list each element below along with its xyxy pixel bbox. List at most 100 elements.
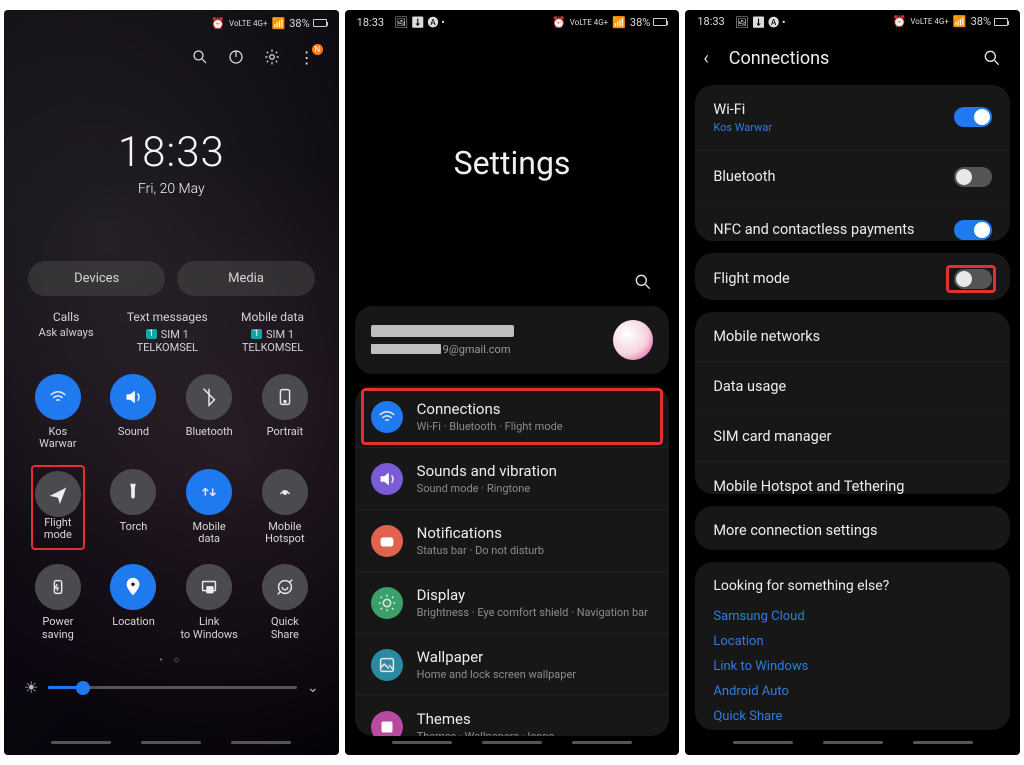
more-icon[interactable]: ⋮N bbox=[299, 48, 317, 66]
qs-tile-label: Mobiledata bbox=[193, 521, 226, 546]
settings-row-display[interactable]: DisplayBrightness · Eye comfort shield ·… bbox=[355, 571, 670, 633]
account-email: 9@gmail.com bbox=[371, 343, 602, 356]
sound-icon bbox=[110, 374, 156, 420]
settings-row-connections[interactable]: ConnectionsWi-Fi · Bluetooth · Flight mo… bbox=[355, 386, 670, 447]
qs-tile-psave[interactable]: Powersaving bbox=[20, 564, 96, 641]
qs-tile-label: QuickShare bbox=[271, 616, 299, 641]
search-icon[interactable] bbox=[633, 272, 653, 292]
qs-tile-label: Bluetooth bbox=[186, 426, 233, 439]
qs-tile-loc[interactable]: Location bbox=[96, 564, 172, 641]
looking-for-card: Looking for something else? Samsung Clou… bbox=[695, 562, 1010, 730]
looking-label: Looking for something else? bbox=[713, 578, 992, 594]
conn-row-nfc-and-contactless-payments[interactable]: NFC and contactless payments bbox=[695, 203, 1010, 241]
loc-icon bbox=[110, 564, 156, 610]
alarm-icon: ⏰ bbox=[211, 17, 225, 30]
qshare-icon bbox=[262, 564, 308, 610]
conn-row-sim-card-manager[interactable]: SIM card manager bbox=[695, 411, 1010, 461]
link-location[interactable]: Location bbox=[713, 629, 992, 654]
more-connection-settings[interactable]: More connection settings bbox=[695, 506, 1010, 551]
texts-setting[interactable]: Text messages 1SIM 1 TELKOMSEL bbox=[127, 310, 208, 354]
page-title: Connections bbox=[729, 48, 962, 69]
display-icon bbox=[371, 587, 403, 619]
link-quick-share[interactable]: Quick Share bbox=[713, 704, 992, 729]
settings-row-wallpaper[interactable]: WallpaperHome and lock screen wallpaper bbox=[355, 633, 670, 695]
qs-tile-label: Torch bbox=[120, 521, 148, 534]
conn-row-data-usage[interactable]: Data usage bbox=[695, 361, 1010, 411]
mobile-data-setting[interactable]: Mobile data 1SIM 1 TELKOMSEL bbox=[241, 310, 304, 354]
qs-tile-bt[interactable]: Bluetooth bbox=[171, 374, 247, 451]
battery-indicator: 38% bbox=[289, 17, 326, 30]
page-indicator: • ○ bbox=[4, 655, 339, 666]
qs-tile-label: Powersaving bbox=[42, 616, 74, 641]
flight-mode-row[interactable]: Flight mode bbox=[695, 253, 1010, 300]
conn-row-mobile-networks[interactable]: Mobile networks bbox=[695, 312, 1010, 361]
wifi-icon bbox=[35, 374, 81, 420]
link-android-auto[interactable]: Android Auto bbox=[713, 679, 992, 704]
settings-list: ConnectionsWi-Fi · Bluetooth · Flight mo… bbox=[355, 386, 670, 735]
alarm-icon: ⏰ bbox=[552, 16, 566, 29]
chevron-down-icon[interactable]: ⌄ bbox=[307, 680, 319, 696]
status-bar: 18:33 🖼 ⬇ 🅐 • ⏰ VoLTE 4G+ 📶 38% bbox=[345, 10, 680, 34]
conn-row-bluetooth[interactable]: Bluetooth bbox=[695, 150, 1010, 203]
notification-badge: N bbox=[312, 44, 323, 55]
qs-tile-mdata[interactable]: Mobiledata bbox=[171, 469, 247, 546]
qs-tile-wifi[interactable]: KosWarwar bbox=[20, 374, 96, 451]
qs-tile-label: Sound bbox=[118, 426, 149, 439]
devices-button[interactable]: Devices bbox=[28, 261, 165, 296]
settings-row-notifications[interactable]: NotificationsStatus bar · Do not disturb bbox=[355, 509, 670, 571]
conn-row-wi-fi[interactable]: Wi-FiKos Warwar bbox=[695, 85, 1010, 150]
phone-connections: 18:33 🖼 ⬇ 🅐 • ⏰VoLTE 4G+📶 38% ‹ Connecti… bbox=[685, 10, 1020, 755]
gesture-bar bbox=[4, 735, 339, 755]
toggle[interactable] bbox=[954, 220, 992, 240]
psave-icon bbox=[35, 564, 81, 610]
phone-quick-panel: ⏰ VoLTE 4G+ 📶 38% ⋮N 18:33 Fri, 20 May D… bbox=[4, 10, 339, 755]
gesture-bar bbox=[345, 736, 680, 755]
link-link-to-windows[interactable]: Link to Windows bbox=[713, 654, 992, 679]
sim-settings-row: Calls Ask always Text messages 1SIM 1 TE… bbox=[4, 310, 339, 354]
back-icon[interactable]: ‹ bbox=[703, 48, 708, 69]
phone-settings-root: 18:33 🖼 ⬇ 🅐 • ⏰ VoLTE 4G+ 📶 38% Settings… bbox=[345, 10, 680, 755]
qs-tile-label: Flightmode bbox=[35, 517, 81, 542]
conn-row-mobile-hotspot-and-tethering[interactable]: Mobile Hotspot and Tethering bbox=[695, 461, 1010, 494]
sun-icon: ☀ bbox=[24, 678, 38, 697]
power-icon[interactable] bbox=[227, 48, 245, 66]
qs-tile-label: Portrait bbox=[267, 426, 304, 439]
status-bar: ⏰ VoLTE 4G+ 📶 38% bbox=[4, 10, 339, 36]
plane-icon bbox=[35, 471, 81, 517]
status-bar: 18:33 🖼 ⬇ 🅐 • ⏰VoLTE 4G+📶 38% bbox=[685, 10, 1020, 34]
flight-mode-toggle[interactable] bbox=[954, 269, 992, 289]
search-icon[interactable] bbox=[191, 48, 209, 66]
qs-tile-hotspot[interactable]: MobileHotspot bbox=[247, 469, 323, 546]
clock: 18:33 Fri, 20 May bbox=[4, 128, 339, 197]
account-card[interactable]: 9@gmail.com bbox=[355, 306, 670, 374]
toggle[interactable] bbox=[954, 107, 992, 127]
settings-row-themes[interactable]: ThemesThemes · Wallpapers · Icons bbox=[355, 695, 670, 735]
qs-tile-link[interactable]: Linkto Windows bbox=[171, 564, 247, 641]
qs-tile-portrait[interactable]: Portrait bbox=[247, 374, 323, 451]
qs-tile-sound[interactable]: Sound bbox=[96, 374, 172, 451]
gesture-bar bbox=[685, 736, 1020, 755]
qs-tile-qshare[interactable]: QuickShare bbox=[247, 564, 323, 641]
wall-icon bbox=[371, 649, 403, 681]
link-samsung-cloud[interactable]: Samsung Cloud bbox=[713, 604, 992, 629]
brightness-slider[interactable]: ☀ ⌄ bbox=[4, 666, 339, 701]
mdata-icon bbox=[186, 469, 232, 515]
calls-setting[interactable]: Calls Ask always bbox=[39, 310, 94, 354]
settings-title: Settings bbox=[345, 144, 680, 182]
sound-icon bbox=[371, 463, 403, 495]
connections-group-2: Mobile networksData usageSIM card manage… bbox=[695, 312, 1010, 494]
settings-row-sounds-and-vibration[interactable]: Sounds and vibrationSound mode · Rington… bbox=[355, 447, 670, 509]
clock-date: Fri, 20 May bbox=[4, 181, 339, 197]
media-button[interactable]: Media bbox=[177, 261, 314, 296]
notif-icon bbox=[371, 525, 403, 557]
account-name-redacted bbox=[371, 325, 514, 337]
qs-tile-plane[interactable]: Flightmode bbox=[20, 469, 96, 546]
qs-tile-torch[interactable]: Torch bbox=[96, 469, 172, 546]
toggle[interactable] bbox=[954, 167, 992, 187]
gear-icon[interactable] bbox=[263, 48, 281, 66]
quick-settings-grid: KosWarwar Sound Bluetooth Portrait Flightmod… bbox=[4, 354, 339, 650]
torch-icon bbox=[110, 469, 156, 515]
flight-mode-card: Flight mode bbox=[695, 253, 1010, 300]
wifi-icon bbox=[371, 401, 403, 433]
search-icon[interactable] bbox=[982, 48, 1002, 68]
